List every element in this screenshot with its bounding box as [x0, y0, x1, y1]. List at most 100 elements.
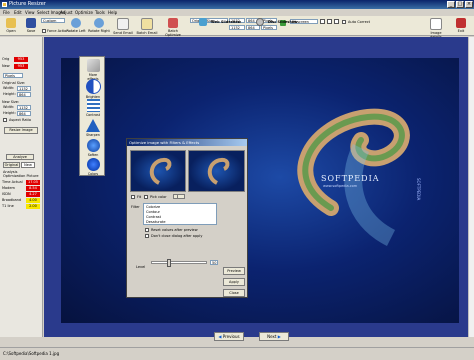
t1-value: 2.00: [26, 204, 40, 209]
menu-optimize[interactable]: Optimize: [75, 9, 93, 16]
isdn-label: ISDN: [2, 192, 11, 196]
apply-button[interactable]: Apply: [223, 278, 245, 286]
title-bar: Picture Resizer _ □ ×: [0, 0, 474, 9]
time-label: Time Actual: [2, 180, 23, 184]
effect-more[interactable]: More effects: [83, 59, 103, 81]
menu-view[interactable]: View: [25, 9, 35, 16]
level-slider-thumb[interactable]: [167, 259, 171, 267]
dont-close-label: Don't close dialog after apply: [151, 234, 203, 238]
sharpen-icon: [86, 119, 100, 132]
open-button[interactable]: Open: [2, 18, 20, 35]
filters-dialog: Optimize image with Filters & Effects Fi…: [126, 138, 248, 298]
analyze-button[interactable]: Analyze: [6, 154, 34, 160]
isdn-value: 4.27: [26, 192, 40, 197]
preset-select[interactable]: Custom: [41, 18, 65, 23]
menu-adjust[interactable]: Adjust: [60, 9, 73, 16]
effect-colors[interactable]: Colors: [83, 158, 103, 176]
folder-icon: [6, 18, 16, 28]
optimization-label: Optimization Picture: [3, 174, 39, 178]
level-value[interactable]: 50: [210, 260, 218, 265]
auto-correct-label: Auto Correct: [348, 20, 371, 24]
zoom-fit-icon[interactable]: [334, 19, 339, 24]
rotate-left-button[interactable]: Rotate Left: [66, 18, 86, 35]
rotate-right-button[interactable]: Rotate Right: [88, 18, 110, 35]
previous-button[interactable]: ◀ Previous: [214, 332, 244, 341]
dont-close-checkbox[interactable]: [145, 234, 149, 238]
new-width-field[interactable]: 1152: [17, 105, 31, 110]
envelope-icon: [117, 18, 129, 30]
preview-before-image: [149, 157, 172, 185]
filter-option[interactable]: Contour: [146, 210, 160, 214]
preview-button[interactable]: Preview: [223, 267, 245, 275]
close-dialog-button[interactable]: Close: [223, 289, 245, 297]
new-height-field[interactable]: 864: [17, 111, 31, 116]
tab-new[interactable]: New: [21, 162, 35, 168]
palette-icon: [86, 59, 100, 72]
aspect-ratio-checkbox[interactable]: [3, 118, 7, 122]
image-details-button[interactable]: Image details: [425, 18, 447, 39]
vertical-scrollbar[interactable]: [468, 37, 474, 337]
save-button[interactable]: Save: [22, 18, 40, 35]
pick-color-checkbox[interactable]: [144, 195, 148, 199]
menu-file[interactable]: File: [3, 9, 10, 16]
height-label: Height:: [3, 92, 16, 96]
close-button[interactable]: ×: [465, 1, 473, 8]
brightness-icon: [85, 79, 101, 94]
web-slideshow-label: Web Slideshow: [211, 20, 241, 24]
tab-original[interactable]: Original: [3, 162, 20, 168]
menu-edit[interactable]: Edit: [14, 9, 22, 16]
file-path: C:\Softpedia\Softpedia 1.jpg: [3, 351, 60, 356]
filter-option[interactable]: Desaturate: [146, 220, 166, 224]
fit-checkbox[interactable]: [131, 195, 135, 199]
exit-label: Exit: [457, 29, 465, 33]
force-action-checkbox[interactable]: [42, 29, 46, 33]
modem-value: 8.54: [26, 186, 40, 191]
disc-icon: [256, 18, 264, 26]
sidebar: Orig 953 New 953 Pixels Original Size: W…: [0, 37, 43, 337]
orig-value: 953: [14, 57, 28, 62]
effect-sharpen-label: Sharpen: [86, 133, 100, 137]
batch-email-button[interactable]: Batch Email: [136, 18, 158, 35]
effect-colors-label: Colors: [87, 172, 99, 176]
level-slider[interactable]: [151, 259, 207, 267]
reset-checkbox[interactable]: [145, 228, 149, 232]
broadband-label: Broadband: [2, 198, 22, 202]
resize-image-button[interactable]: Resize Image: [4, 127, 38, 134]
menu-tools[interactable]: Tools: [95, 9, 105, 16]
web-slideshow-button[interactable]: Web Slideshow: [199, 18, 255, 26]
effect-contrast[interactable]: Contrast: [83, 99, 103, 117]
status-bar: C:\Softpedia\Softpedia 1.jpg: [0, 347, 474, 359]
new-height-label: Height:: [3, 111, 16, 115]
disc-slideshow-button[interactable]: Disc Slideshow: [256, 18, 316, 26]
preview-after-image: [207, 157, 230, 185]
maximize-button[interactable]: □: [456, 1, 464, 8]
filter-listbox[interactable]: Colorize Contour Contrast Desaturate: [143, 203, 217, 225]
rotate-left-label: Rotate Left: [66, 29, 86, 33]
batch-optimize-button[interactable]: Batch Optimize: [160, 18, 186, 37]
exit-button[interactable]: Exit: [452, 18, 470, 35]
filter-option[interactable]: Contrast: [146, 215, 161, 219]
batch-optimize-label: Batch Optimize: [165, 29, 181, 37]
zoom-in-icon[interactable]: [327, 19, 332, 24]
effect-soften[interactable]: Soften: [83, 139, 103, 157]
dialog-arrow-left[interactable]: [177, 194, 185, 199]
next-button[interactable]: Next ▶: [259, 332, 289, 341]
send-email-button[interactable]: Send Email: [113, 18, 133, 35]
contrast-icon: [86, 99, 100, 112]
level-label: Level: [136, 265, 146, 269]
zoom-out-icon[interactable]: [320, 19, 325, 24]
menu-help[interactable]: Help: [108, 9, 117, 16]
unit-select[interactable]: Pixels: [3, 73, 23, 78]
new-size-label: New Size:: [2, 100, 20, 104]
modem-label: Modem: [2, 186, 15, 190]
orig-label: Orig: [2, 57, 10, 61]
next-label: Next: [267, 334, 277, 339]
minimize-button[interactable]: _: [447, 1, 455, 8]
effect-sharpen[interactable]: Sharpen: [83, 119, 103, 137]
effect-brighten[interactable]: Brighten: [83, 79, 103, 99]
preview-before: [130, 150, 186, 192]
menu-bar: File Edit View Select Images Adjust Opti…: [0, 9, 474, 16]
time-value: 17.05: [26, 180, 40, 185]
auto-correct-checkbox[interactable]: [342, 20, 346, 24]
filter-option[interactable]: Colorize: [146, 205, 160, 209]
